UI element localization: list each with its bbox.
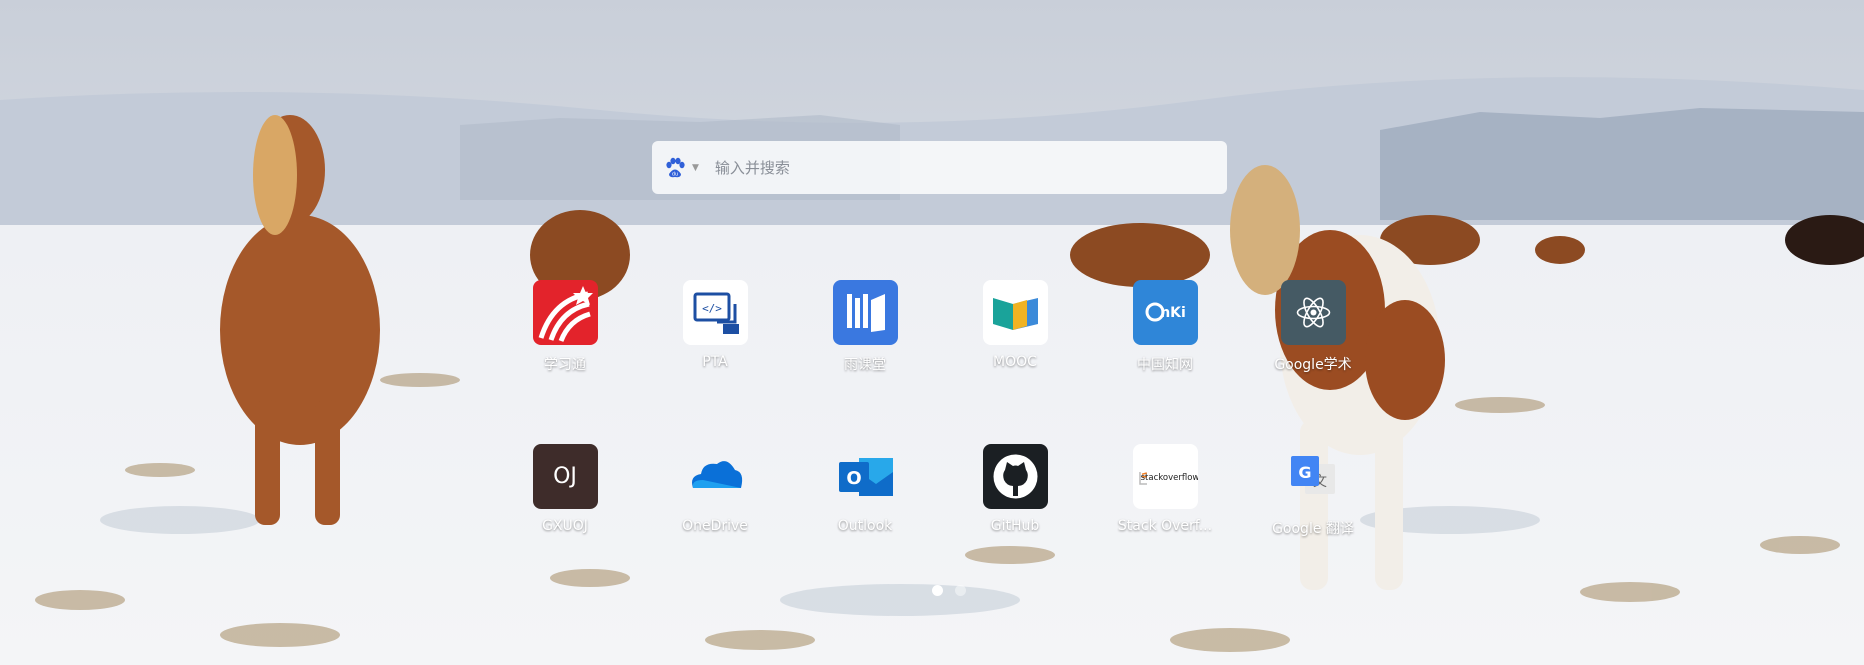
atom-icon <box>1280 280 1346 345</box>
pta-code-icon: </> <box>682 280 748 345</box>
shortcut-label: Stack Overf... <box>1117 518 1213 534</box>
shortcut-label: OneDrive <box>682 518 748 534</box>
shortcut-cnki[interactable]: nKi 中国知网 <box>1090 280 1240 374</box>
google-translate-icon: 文 G <box>1281 444 1346 509</box>
page-dot-1[interactable] <box>932 585 943 596</box>
search-bar[interactable]: du ▼ <box>652 140 1227 195</box>
shortcut-label: 中国知网 <box>1137 357 1193 373</box>
search-input[interactable] <box>712 140 1227 195</box>
shortcut-label: MOOC <box>993 354 1037 370</box>
svg-text:O: O <box>846 468 861 489</box>
shortcut-label: PTA <box>702 354 728 370</box>
shortcut-label: GXUOJ <box>542 518 588 534</box>
xuexitong-icon <box>532 280 598 345</box>
shortcut-github[interactable]: GitHub <box>940 444 1090 534</box>
search-engine-selector[interactable]: du ▼ <box>664 157 713 179</box>
shortcut-label: GitHub <box>990 518 1040 534</box>
pagination <box>932 585 966 596</box>
page-dot-2[interactable] <box>955 585 966 596</box>
cloud-icon <box>683 444 748 509</box>
shortcut-stackoverflow[interactable]: stackoverflow Stack Overf... <box>1090 444 1240 534</box>
shortcut-label: Google学术 <box>1274 357 1352 373</box>
baidu-paw-icon: du <box>666 157 685 177</box>
oj-icon-text: OJ <box>553 464 577 489</box>
shortcut-gxuoj[interactable]: OJ GXUOJ <box>490 444 640 534</box>
chevron-down-icon: ▼ <box>692 162 699 173</box>
svg-text:nKi: nKi <box>1160 305 1186 321</box>
shortcut-onedrive[interactable]: OneDrive <box>640 444 790 534</box>
yuketang-icon <box>832 280 898 345</box>
shortcut-label: Google 翻译 <box>1272 521 1354 537</box>
shortcut-pta[interactable]: </> PTA <box>640 280 790 370</box>
stackoverflow-wordmark: stackoverflow <box>1140 473 1197 483</box>
svg-text:du: du <box>672 171 678 177</box>
svg-text:</>: </> <box>702 302 722 315</box>
oj-icon: OJ <box>532 444 598 509</box>
shortcut-label: 学习通 <box>544 357 586 373</box>
shortcut-xuexitong[interactable]: 学习通 <box>490 280 640 374</box>
shortcut-outlook[interactable]: O Outlook <box>790 444 940 534</box>
cnki-icon: nKi <box>1132 280 1198 345</box>
shortcut-label: 雨课堂 <box>844 357 886 373</box>
mooc-icon <box>982 280 1048 345</box>
outlook-icon: O <box>833 444 898 509</box>
shortcut-mooc[interactable]: MOOC <box>940 280 1090 370</box>
shortcut-google-scholar[interactable]: Google学术 <box>1238 280 1388 374</box>
github-icon <box>982 444 1048 509</box>
shortcut-yuketang[interactable]: 雨课堂 <box>790 280 940 374</box>
svg-text:G: G <box>1298 463 1311 482</box>
stackoverflow-icon: stackoverflow <box>1132 444 1198 509</box>
shortcut-label: Outlook <box>837 518 893 534</box>
shortcut-google-translate[interactable]: 文 G Google 翻译 <box>1238 444 1388 538</box>
